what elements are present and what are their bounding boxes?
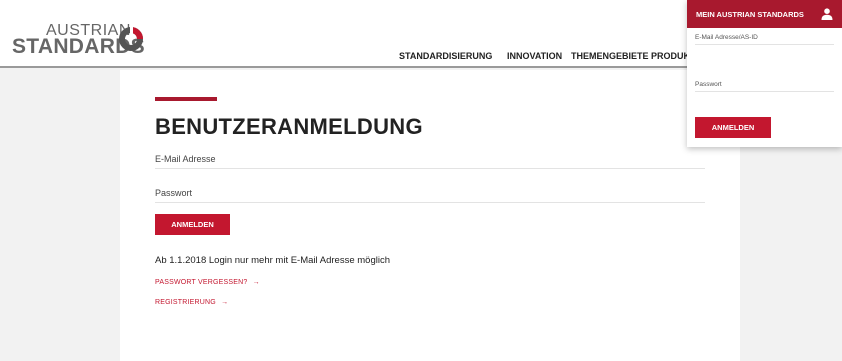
logo-ring-icon <box>119 26 143 51</box>
panel-password-field[interactable]: Passwort <box>695 81 834 92</box>
arrow-right-icon: → <box>221 299 229 306</box>
nav-item-innovation[interactable]: INNOVATION <box>507 51 562 61</box>
register-link[interactable]: REGISTRIERUNG → <box>155 299 228 306</box>
panel-email-field[interactable]: E-Mail Adresse/AS-ID <box>695 34 834 45</box>
forgot-password-link[interactable]: PASSWORT VERGESSEN? → <box>155 279 260 286</box>
panel-login-button[interactable]: ANMELDEN <box>695 117 771 138</box>
login-card: BENUTZERANMELDUNG E-Mail Adresse Passwor… <box>120 70 740 361</box>
austrian-standards-logo[interactable]: AUSTRIAN STANDARDS <box>12 22 152 58</box>
register-label: REGISTRIERUNG <box>155 299 216 306</box>
email-field[interactable]: E-Mail Adresse <box>155 154 705 169</box>
account-dropdown-panel: MEIN AUSTRIAN STANDARDS E-Mail Adresse/A… <box>687 0 842 147</box>
account-panel-header[interactable]: MEIN AUSTRIAN STANDARDS <box>687 0 842 28</box>
title-accent-bar <box>155 97 217 101</box>
login-info-text: Ab 1.1.2018 Login nur mehr mit E-Mail Ad… <box>155 255 390 266</box>
arrow-right-icon: → <box>252 279 260 286</box>
forgot-password-label: PASSWORT VERGESSEN? <box>155 279 248 286</box>
account-panel-title: MEIN AUSTRIAN STANDARDS <box>696 10 804 19</box>
password-field[interactable]: Passwort <box>155 188 705 203</box>
nav-item-standardisierung[interactable]: STANDARDISIERUNG <box>399 51 492 61</box>
user-icon <box>821 8 833 20</box>
login-button[interactable]: ANMELDEN <box>155 214 230 235</box>
page-title: BENUTZERANMELDUNG <box>155 114 423 139</box>
nav-item-themengebiete[interactable]: THEMENGEBIETE <box>571 51 649 61</box>
